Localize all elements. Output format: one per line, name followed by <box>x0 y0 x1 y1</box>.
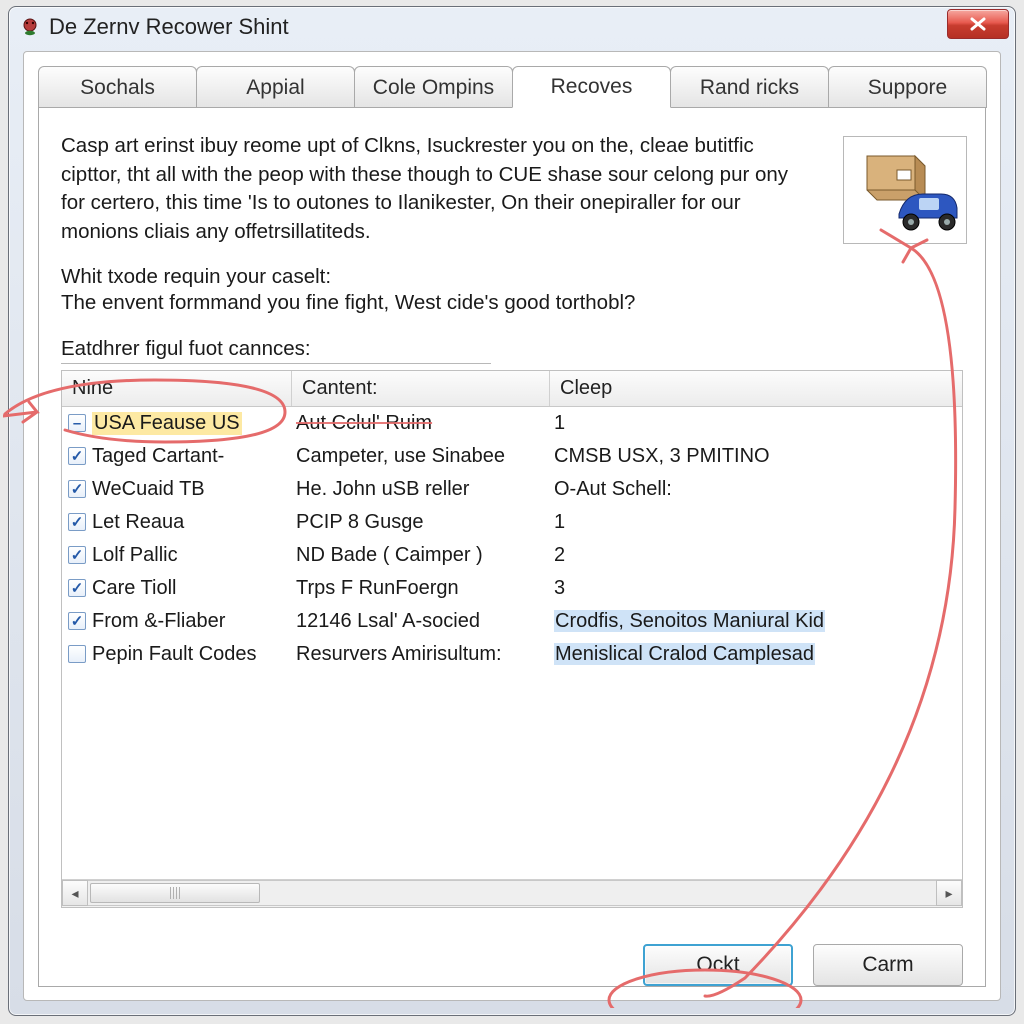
column-header-cleep[interactable]: Cleep <box>550 371 962 406</box>
cancel-button[interactable]: Carm <box>813 944 963 986</box>
cell-nine-text: From &-Fliaber <box>92 610 225 633</box>
close-button[interactable] <box>947 9 1009 39</box>
tab-label: Sochals <box>80 76 155 100</box>
cell-cantent: Resurvers Amirisultum: <box>292 643 550 666</box>
ok-button-label: Ockt <box>696 953 739 977</box>
table-row[interactable]: USA Feause US Aut Cclul' Ruim1 <box>62 407 962 440</box>
cell-nine: Pepin Fault Codes <box>62 643 292 666</box>
horizontal-scrollbar[interactable]: ◂ ▸ <box>62 879 962 907</box>
window-title: De Zernv Recower Shint <box>49 14 289 40</box>
titlebar[interactable]: De Zernv Recower Shint <box>9 7 1015 47</box>
cell-nine: Let Reaua <box>62 511 292 534</box>
row-checkbox[interactable] <box>68 579 86 597</box>
box-icon <box>867 156 925 200</box>
row-checkbox[interactable] <box>68 447 86 465</box>
cell-cleep: 2 <box>550 544 962 567</box>
scroll-left-button[interactable]: ◂ <box>62 880 88 906</box>
tab-panel: Casp art erinst ibuy reome upt of Clkns,… <box>38 107 986 987</box>
description-paragraph: Casp art erinst ibuy reome upt of Clkns,… <box>61 132 801 247</box>
cell-nine: From &-Fliaber <box>62 610 292 633</box>
row-checkbox[interactable] <box>68 612 86 630</box>
cell-nine-text: WeCuaid TB <box>92 478 205 501</box>
cell-nine: WeCuaid TB <box>62 478 292 501</box>
table-row[interactable]: Care Tioll Trps F RunFoergn3 <box>62 572 962 605</box>
tab-label: Appial <box>246 76 304 100</box>
scroll-right-button[interactable]: ▸ <box>936 880 962 906</box>
row-checkbox[interactable] <box>68 546 86 564</box>
row-checkbox[interactable] <box>68 645 86 663</box>
app-window: De Zernv Recower Shint Sochals Appial Co… <box>8 6 1016 1016</box>
tab-label: Suppore <box>868 76 947 100</box>
column-header-nine[interactable]: Nine <box>62 371 292 406</box>
tab-cole-ompins[interactable]: Cole Ompins <box>354 66 513 108</box>
tab-recoves[interactable]: Recoves <box>512 66 671 108</box>
row-checkbox[interactable] <box>68 414 86 432</box>
cell-nine: Taged Cartant- <box>62 445 292 468</box>
cell-cantent: Trps F RunFoergn <box>292 577 550 600</box>
tab-rand-ricks[interactable]: Rand ricks <box>670 66 829 108</box>
scroll-track[interactable] <box>88 880 936 906</box>
close-icon <box>969 16 987 32</box>
table-row[interactable]: Taged Cartant- Campeter, use SinabeeCMSB … <box>62 440 962 473</box>
cancel-button-label: Carm <box>862 953 913 977</box>
button-row: Ockt Carm <box>643 944 963 986</box>
cell-nine-text: Let Reaua <box>92 511 184 534</box>
cell-cleep: O-Aut Schell: <box>550 478 962 501</box>
tab-label: Recoves <box>551 75 633 99</box>
cell-cantent: Aut Cclul' Ruim <box>292 412 550 435</box>
cell-cantent: 12146 Lsal' A-socied <box>292 610 550 633</box>
cell-nine-text: Pepin Fault Codes <box>92 643 257 666</box>
cell-cantent: ND Bade ( Caimper ) <box>292 544 550 567</box>
table-row[interactable]: Pepin Fault Codes Resurvers Amirisultum:M… <box>62 638 962 671</box>
cell-cantent: He. John uSB reller <box>292 478 550 501</box>
column-header-cantent[interactable]: Cantent: <box>292 371 550 406</box>
cell-nine-text: Taged Cartant- <box>92 445 224 468</box>
tab-appial[interactable]: Appial <box>196 66 355 108</box>
cell-cantent: PCIP 8 Gusge <box>292 511 550 534</box>
cell-nine-text: Lolf Pallic <box>92 544 178 567</box>
car-icon <box>899 194 957 230</box>
table-row[interactable]: From &-Fliaber 12146 Lsal' A-sociedCrodfi… <box>62 605 962 638</box>
prompt-line-1: Whit txode requin your caselt: <box>61 265 963 289</box>
list-header: Nine Cantent: Cleep <box>62 371 962 407</box>
row-checkbox[interactable] <box>68 480 86 498</box>
app-icon <box>19 16 41 38</box>
cell-cleep: Menislical Cralod Camplesad <box>550 643 962 666</box>
cell-nine-text: USA Feause US <box>92 412 242 435</box>
tab-suppore[interactable]: Suppore <box>828 66 987 108</box>
cell-cleep: 1 <box>550 511 962 534</box>
description-block: Casp art erinst ibuy reome upt of Clkns,… <box>61 132 801 247</box>
list-view: Nine Cantent: Cleep USA Feause US Aut Ccl… <box>61 370 963 908</box>
cell-cantent: Campeter, use Sinabee <box>292 445 550 468</box>
prompt-line-2: The envent formmand you fine fight, West… <box>61 291 963 315</box>
row-checkbox[interactable] <box>68 513 86 531</box>
scroll-thumb[interactable] <box>90 883 260 903</box>
cell-cleep: CMSB USX, 3 PMITINO <box>550 445 962 468</box>
cell-cleep: 1 <box>550 412 962 435</box>
ok-button[interactable]: Ockt <box>643 944 793 986</box>
tab-sochals[interactable]: Sochals <box>38 66 197 108</box>
cell-nine: Lolf Pallic <box>62 544 292 567</box>
list-body: USA Feause USAut Cclul' Ruim1Taged Carta… <box>62 407 962 879</box>
tab-bar: Sochals Appial Cole Ompins Recoves Rand … <box>38 66 986 108</box>
table-row[interactable]: Lolf Pallic ND Bade ( Caimper )2 <box>62 539 962 572</box>
illustration <box>843 136 967 244</box>
cell-nine-text: Care Tioll <box>92 577 176 600</box>
list-label: Eatdhrer figul fuot cannces: <box>61 337 491 364</box>
table-row[interactable]: Let Reaua PCIP 8 Gusge1 <box>62 506 962 539</box>
cell-nine: USA Feause US <box>62 412 292 435</box>
tab-label: Cole Ompins <box>373 76 494 100</box>
table-row[interactable]: WeCuaid TB He. John uSB rellerO-Aut Schel… <box>62 473 962 506</box>
cell-cleep: Crodfis, Senoitos Maniural Kid <box>550 610 962 633</box>
client-area: Sochals Appial Cole Ompins Recoves Rand … <box>23 51 1001 1001</box>
cell-nine: Care Tioll <box>62 577 292 600</box>
cell-cleep: 3 <box>550 577 962 600</box>
tab-label: Rand ricks <box>700 76 799 100</box>
